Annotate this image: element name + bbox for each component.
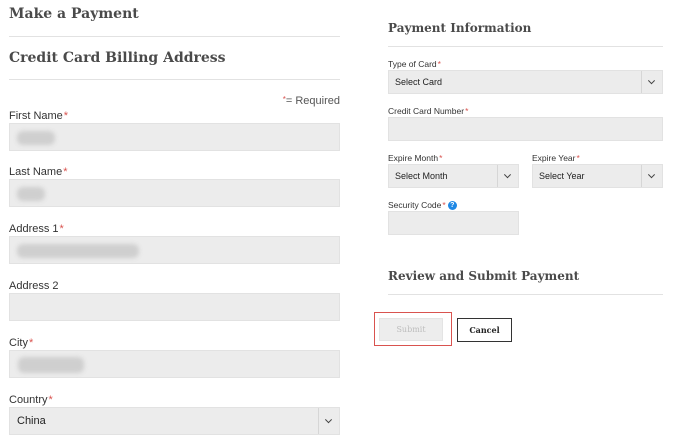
chevron-down-icon[interactable]: [318, 408, 339, 434]
security-code-label: Security Code*?: [388, 200, 457, 211]
type-of-card-value: Select Card: [395, 77, 443, 87]
help-icon[interactable]: ?: [447, 201, 457, 211]
address2-label: Address 2: [9, 280, 59, 292]
cancel-button[interactable]: Cancel: [457, 318, 512, 342]
required-note: *= Required: [283, 95, 340, 107]
card-number-label: Credit Card Number*: [388, 106, 469, 116]
redacted-value: [17, 131, 55, 145]
chevron-down-icon[interactable]: [641, 71, 662, 93]
type-of-card-label: Type of Card*: [388, 59, 441, 69]
expire-year-select[interactable]: Select Year: [532, 164, 663, 188]
chevron-down-icon[interactable]: [497, 165, 518, 187]
billing-section-title: Credit Card Billing Address: [9, 50, 226, 66]
expire-month-value: Select Month: [395, 171, 448, 181]
type-of-card-select[interactable]: Select Card: [388, 70, 663, 94]
country-value: China: [17, 415, 46, 427]
country-label: Country*: [9, 394, 53, 406]
divider: [9, 79, 340, 80]
security-code-input[interactable]: [388, 211, 519, 235]
review-title: Review and Submit Payment: [388, 269, 580, 283]
address2-input[interactable]: [9, 293, 340, 321]
submit-button[interactable]: Submit: [379, 318, 443, 341]
expire-year-label: Expire Year*: [532, 153, 580, 163]
chevron-down-icon[interactable]: [641, 165, 662, 187]
country-select[interactable]: China: [9, 407, 340, 435]
divider: [388, 46, 663, 47]
last-name-input[interactable]: [9, 179, 340, 207]
card-number-input[interactable]: [388, 117, 663, 141]
address1-input[interactable]: [9, 236, 340, 264]
last-name-label: Last Name*: [9, 166, 68, 178]
divider: [388, 294, 663, 295]
cancel-label: Cancel: [469, 325, 500, 335]
city-input[interactable]: [9, 350, 340, 378]
redacted-value: [17, 187, 45, 201]
submit-label: Submit: [396, 325, 426, 334]
expire-year-value: Select Year: [539, 171, 585, 181]
first-name-label: First Name*: [9, 110, 69, 122]
page-title: Make a Payment: [9, 6, 139, 22]
first-name-input[interactable]: [9, 123, 340, 151]
divider: [9, 36, 340, 37]
required-text: = Required: [285, 95, 340, 107]
expire-month-select[interactable]: Select Month: [388, 164, 519, 188]
expire-month-label: Expire Month*: [388, 153, 443, 163]
redacted-value: [18, 357, 84, 373]
city-label: City*: [9, 337, 34, 349]
payment-info-title: Payment Information: [388, 21, 532, 35]
address1-label: Address 1*: [9, 223, 64, 235]
redacted-value: [17, 244, 139, 258]
